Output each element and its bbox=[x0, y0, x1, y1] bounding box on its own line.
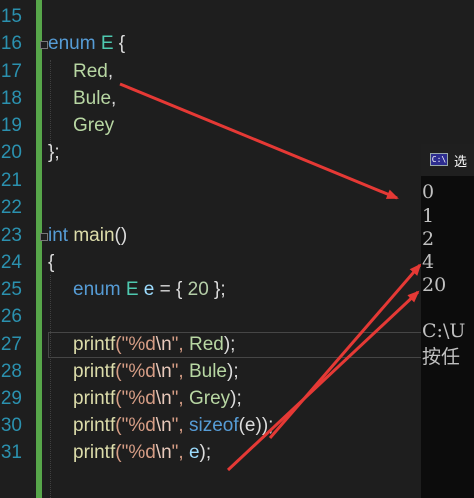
arrow-red-to-0 bbox=[119, 82, 399, 200]
arrow-e-to-20 bbox=[226, 290, 420, 472]
annotation-arrows bbox=[119, 82, 422, 472]
arrow-sizeof-to-4 bbox=[268, 263, 422, 439]
